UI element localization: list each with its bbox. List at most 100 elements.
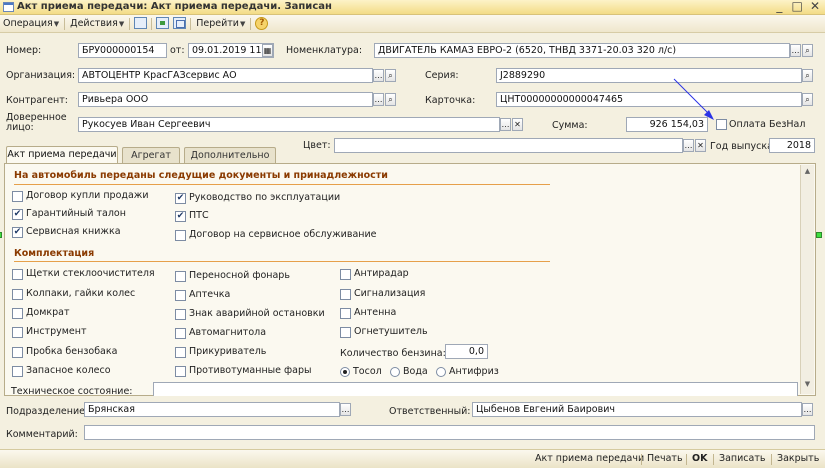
tech-field[interactable]	[153, 382, 798, 396]
calendar-icon[interactable]: ▦	[262, 44, 273, 57]
cvet-label: Цвет:	[303, 140, 331, 151]
goto-menu[interactable]: Перейти▼	[193, 16, 248, 32]
fonar-checkbox[interactable]	[175, 271, 186, 282]
select-button[interactable]: …	[790, 44, 801, 57]
fary-checkbox[interactable]	[175, 366, 186, 377]
annotation-arrow	[673, 78, 714, 120]
instrument-checkbox[interactable]	[12, 327, 23, 338]
akt-button[interactable]: Акт приема передачи	[535, 453, 644, 464]
prikurivatel-checkbox[interactable]	[175, 347, 186, 358]
antiradar-checkbox[interactable]	[340, 269, 351, 280]
tab-agregat[interactable]: Агрегат	[122, 147, 180, 163]
minimize-button[interactable]: _	[772, 0, 786, 13]
magnitola-checkbox[interactable]	[175, 328, 186, 339]
table-icon[interactable]	[134, 17, 148, 29]
antenna-checkbox[interactable]	[340, 308, 351, 319]
search-icon[interactable]: ⌕	[385, 69, 396, 82]
select-button[interactable]: …	[802, 403, 813, 416]
dogovor-label: Договор купли продажи	[26, 190, 149, 201]
pts-checkbox[interactable]	[175, 211, 186, 222]
select-button[interactable]: …	[683, 139, 694, 152]
doverennoe-field[interactable]: Рукосуев Иван Сергеевич	[78, 117, 500, 132]
voda-radio[interactable]	[390, 367, 400, 377]
print-button[interactable]: Печать	[647, 453, 683, 464]
shchetki-checkbox[interactable]	[12, 269, 23, 280]
tab-akt[interactable]: Акт приема передачи	[6, 146, 118, 163]
select-button[interactable]: …	[373, 93, 384, 106]
znak-checkbox[interactable]	[175, 309, 186, 320]
toolbar-divider	[250, 18, 252, 30]
scroll-down-icon[interactable]: ▼	[801, 378, 814, 391]
ognetushitel-checkbox[interactable]	[340, 327, 351, 338]
garantiya-checkbox[interactable]	[12, 209, 23, 220]
signalizaciya-checkbox[interactable]	[340, 289, 351, 300]
kartochka-field[interactable]: ЦНТ00000000000047465	[496, 92, 802, 107]
znak-label: Знак аварийной остановки	[189, 308, 325, 319]
scroll-up-icon[interactable]: ▲	[801, 165, 814, 178]
doverennoe-label-line2: лицо:	[6, 122, 34, 133]
aptechka-checkbox[interactable]	[175, 290, 186, 301]
clear-icon[interactable]: ✕	[695, 139, 706, 152]
magnitola-label: Автомагнитола	[189, 327, 267, 338]
rukovodstvo-label: Руководство по эксплуатации	[189, 192, 341, 203]
domkrat-checkbox[interactable]	[12, 308, 23, 319]
structure-icon[interactable]	[156, 17, 170, 29]
search-icon[interactable]: ⌕	[802, 44, 813, 57]
servisnaya-checkbox[interactable]	[12, 227, 23, 238]
select-button[interactable]: …	[500, 118, 511, 131]
kolpaki-checkbox[interactable]	[12, 289, 23, 300]
cvet-field[interactable]	[334, 138, 683, 153]
garantiya-label: Гарантийный талон	[26, 208, 126, 219]
fary-label: Противотуманные фары	[189, 365, 312, 376]
dogovor-checkbox[interactable]	[12, 191, 23, 202]
maximize-button[interactable]: □	[790, 0, 804, 13]
footer-divider	[686, 454, 687, 465]
resize-handle[interactable]	[816, 232, 822, 238]
search-icon[interactable]: ⌕	[802, 93, 813, 106]
select-button[interactable]: …	[373, 69, 384, 82]
dogovor-servis-checkbox[interactable]	[175, 230, 186, 241]
help-icon[interactable]: ?	[255, 17, 269, 30]
ok-button[interactable]: OK	[692, 453, 707, 464]
rukovodstvo-checkbox[interactable]	[175, 193, 186, 204]
probka-checkbox[interactable]	[12, 347, 23, 358]
document-icon[interactable]	[173, 17, 187, 29]
fonar-label: Переносной фонарь	[189, 270, 290, 281]
nomenklatura-label: Номенклатура:	[286, 45, 363, 56]
antenna-label: Антенна	[354, 307, 397, 318]
god-field[interactable]: 2018	[769, 138, 815, 153]
search-icon[interactable]: ⌕	[385, 93, 396, 106]
actions-menu[interactable]: Действия▼	[67, 16, 127, 32]
zapasnoe-checkbox[interactable]	[12, 366, 23, 377]
tab-dopolnitelno[interactable]: Дополнительно	[184, 147, 276, 163]
kontragent-field[interactable]: Ривьера ООО	[78, 92, 373, 107]
org-field[interactable]: АВТОЦЕНТР КрасГАЗсервис АО	[78, 68, 373, 83]
save-button[interactable]: Записать	[719, 453, 765, 464]
shchetki-label: Щетки стеклоочистителя	[26, 268, 155, 279]
god-label: Год выпуска:	[710, 141, 777, 152]
tosol-radio[interactable]	[340, 367, 350, 377]
podrazdelenie-field[interactable]: Брянская	[84, 402, 340, 417]
benzin-field[interactable]: 0,0	[445, 344, 488, 359]
comment-field[interactable]	[84, 425, 815, 440]
close-button[interactable]: Закрыть	[777, 453, 819, 464]
scrollbar[interactable]: ▲ ▼	[800, 165, 814, 394]
resize-handle[interactable]	[0, 232, 2, 238]
otvetstvenny-field[interactable]: Цыбенов Евгений Баирович	[472, 402, 802, 417]
nomer-field[interactable]: БРУ000000154	[78, 43, 167, 58]
benzin-label: Количество бензина:	[340, 348, 446, 359]
antifriz-label: Антифриз	[449, 366, 499, 377]
seria-field[interactable]: J2889290	[496, 68, 802, 83]
oplata-label: Оплата БезНал	[729, 119, 806, 130]
clear-icon[interactable]: ✕	[512, 118, 523, 131]
voda-label: Вода	[403, 366, 428, 377]
antifriz-radio[interactable]	[436, 367, 446, 377]
select-button[interactable]: …	[340, 403, 351, 416]
domkrat-label: Домкрат	[26, 307, 70, 318]
close-window-button[interactable]: ✕	[808, 0, 822, 13]
goto-menu-label: Перейти	[196, 18, 239, 29]
kartochka-label: Карточка:	[425, 95, 476, 106]
nomenklatura-field[interactable]: ДВИГАТЕЛЬ КАМАЗ ЕВРО-2 (6520, ТНВД 3371-…	[374, 43, 790, 58]
operation-menu[interactable]: Операция▼	[0, 16, 62, 32]
search-icon[interactable]: ⌕	[802, 69, 813, 82]
